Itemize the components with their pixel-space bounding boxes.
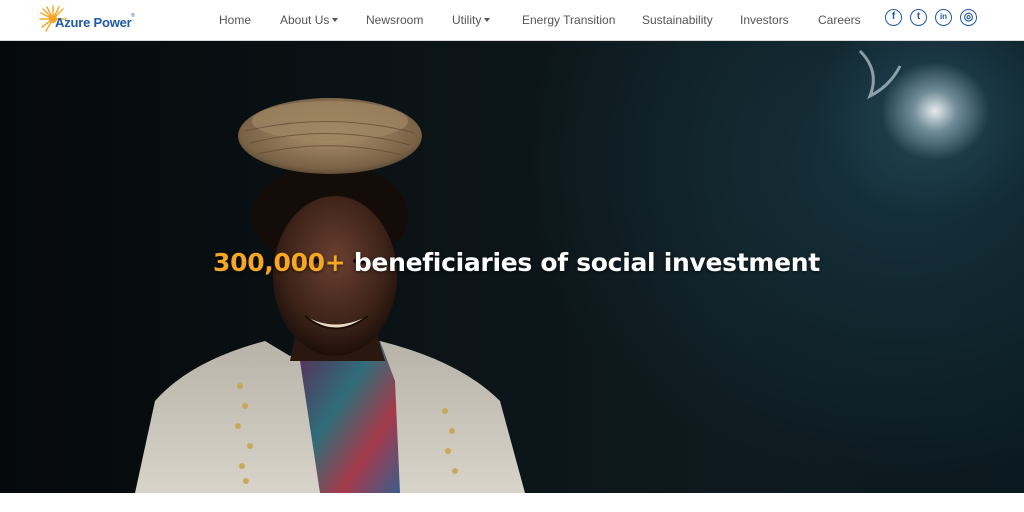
- chevron-down-icon: [332, 18, 339, 22]
- nav-about-us[interactable]: About Us: [280, 12, 339, 28]
- nav-home[interactable]: Home: [219, 12, 251, 28]
- nav-investors-label: Investors: [740, 13, 789, 27]
- nav-sustainability-label: Sustainability: [642, 13, 713, 27]
- nav-careers[interactable]: Careers: [818, 12, 861, 28]
- chevron-down-icon: [484, 18, 491, 22]
- nav-careers-label: Careers: [818, 13, 861, 27]
- nav-newsroom[interactable]: Newsroom: [366, 12, 423, 28]
- page: Azure Power ® Home About Us Newsroom Uti…: [0, 0, 1024, 512]
- headline-number: 300,000+: [213, 248, 346, 277]
- twitter-icon[interactable]: t: [910, 9, 927, 26]
- registered-mark: ®: [131, 13, 135, 19]
- azure-power-logo[interactable]: Azure Power ®: [38, 4, 138, 36]
- site-header: Azure Power ® Home About Us Newsroom Uti…: [0, 0, 1024, 41]
- nav-about-us-label: About Us: [280, 13, 330, 27]
- nav-newsroom-label: Newsroom: [366, 13, 424, 27]
- nav-utility[interactable]: Utility: [452, 12, 491, 28]
- headline-text: beneficiaries of social investment: [345, 248, 820, 277]
- hero-headline: 300,000+ beneficiaries of social investm…: [213, 248, 853, 277]
- logo-wordmark: Azure Power: [55, 15, 132, 30]
- nav-utility-label: Utility: [452, 13, 482, 27]
- nav-sustainability[interactable]: Sustainability: [642, 12, 713, 28]
- nav-energy-transition[interactable]: Energy Transition: [522, 12, 615, 28]
- instagram-icon[interactable]: ◎: [960, 9, 977, 26]
- linkedin-icon[interactable]: in: [935, 9, 952, 26]
- hero-banner: 300,000+ beneficiaries of social investm…: [0, 41, 1024, 493]
- content-below-hero: [0, 493, 1024, 512]
- nav-home-label: Home: [219, 13, 252, 27]
- nav-investors[interactable]: Investors: [740, 12, 789, 28]
- facebook-icon[interactable]: f: [885, 9, 902, 26]
- nav-energy-transition-label: Energy Transition: [522, 13, 616, 27]
